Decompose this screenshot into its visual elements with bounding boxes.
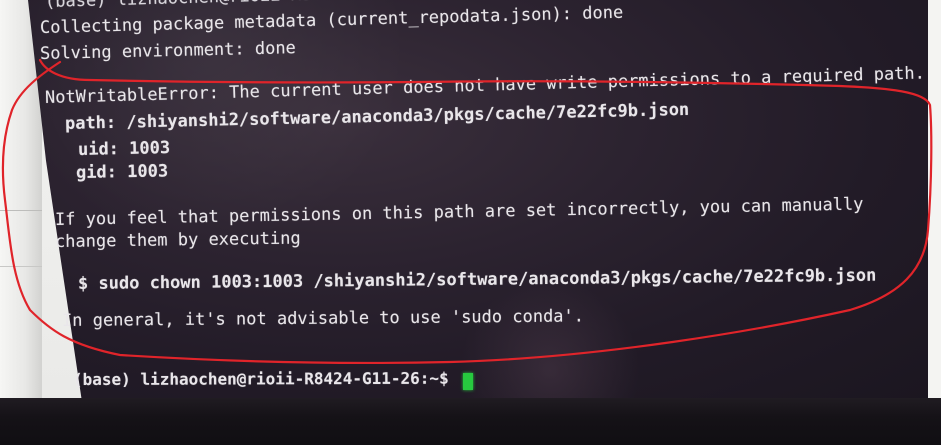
terminal-line-path: path: /shiyanshi2/software/anaconda3/pkg… xyxy=(64,99,690,134)
terminal-line-gid: gid: 1003 xyxy=(75,161,169,183)
terminal-line-solving: Solving environment: done xyxy=(39,38,297,64)
terminal-line-advice-2: change them by executing xyxy=(54,228,301,252)
terminal-line-general: In general, it's not advisable to use 's… xyxy=(61,306,585,331)
monitor-bottom-bezel xyxy=(0,398,941,445)
terminal-window[interactable]: (base) lizhaochen@rioii-R8424-G11-26:~$ … xyxy=(0,0,941,445)
terminal-line-advice-1: If you feel that permissions on this pat… xyxy=(54,194,864,230)
photo-of-monitor: (base) lizhaochen@rioii-R8424-G11-26:~$ … xyxy=(0,0,941,445)
terminal-line-error: NotWritableError: The current user does … xyxy=(44,63,926,108)
terminal-prompt[interactable]: (base) lizhaochen@rioii-R8424-G11-26:~$ xyxy=(73,369,449,389)
terminal-cursor xyxy=(463,373,473,390)
terminal-line-uid: uid: 1003 xyxy=(77,138,171,160)
terminal-line-chown-command: $ sudo chown 1003:1003 /shiyanshi2/softw… xyxy=(77,265,877,294)
